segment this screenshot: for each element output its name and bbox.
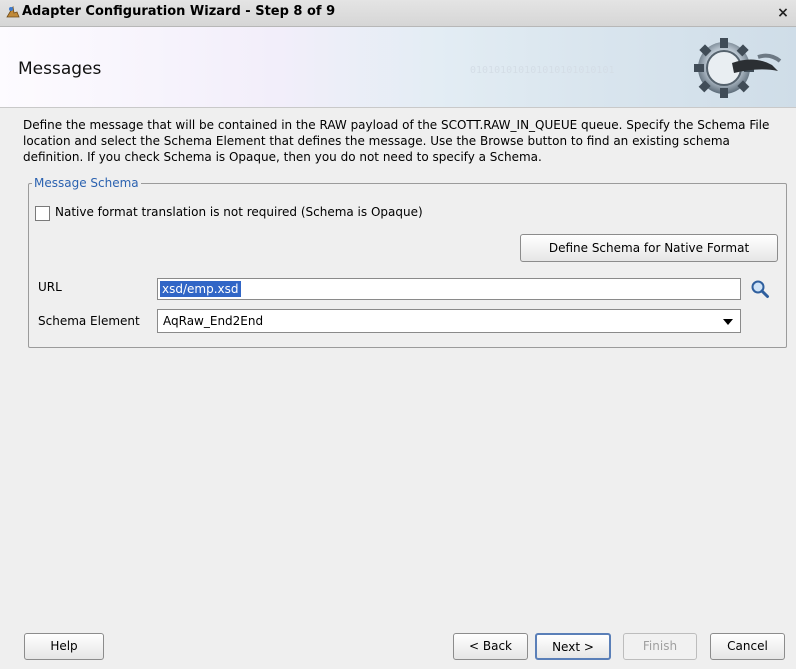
schema-element-value: AqRaw_End2End (163, 314, 264, 328)
gear-icon (694, 38, 782, 98)
header-banner: Messages 010101010101010101010101 (0, 27, 796, 108)
wizard-window: Adapter Configuration Wizard - Step 8 of… (0, 0, 796, 669)
define-schema-button[interactable]: Define Schema for Native Format (520, 234, 778, 262)
window-title: Adapter Configuration Wizard - Step 8 of… (22, 4, 336, 19)
search-icon[interactable] (750, 279, 770, 299)
url-value: xsd/emp.xsd (160, 281, 241, 297)
group-legend: Message Schema (32, 176, 141, 190)
close-icon[interactable]: × (774, 4, 792, 22)
binary-decoration: 010101010101010101010101 (470, 65, 615, 76)
next-button[interactable]: Next > (535, 633, 611, 660)
schema-element-select[interactable]: AqRaw_End2End (157, 309, 741, 333)
finish-button[interactable]: Finish (623, 633, 697, 660)
page-title: Messages (18, 59, 102, 79)
schema-opaque-label[interactable]: Native format translation is not require… (55, 205, 423, 219)
help-button[interactable]: Help (24, 633, 104, 660)
app-icon (6, 5, 20, 18)
chevron-down-icon[interactable] (723, 319, 733, 325)
title-bar: Adapter Configuration Wizard - Step 8 of… (0, 0, 796, 27)
url-field[interactable]: xsd/emp.xsd (157, 278, 741, 300)
schema-element-label: Schema Element (38, 314, 140, 328)
cancel-button[interactable]: Cancel (710, 633, 785, 660)
schema-opaque-checkbox[interactable] (35, 206, 50, 221)
url-label: URL (38, 280, 62, 294)
back-button[interactable]: < Back (453, 633, 528, 660)
page-description: Define the message that will be containe… (23, 118, 770, 164)
